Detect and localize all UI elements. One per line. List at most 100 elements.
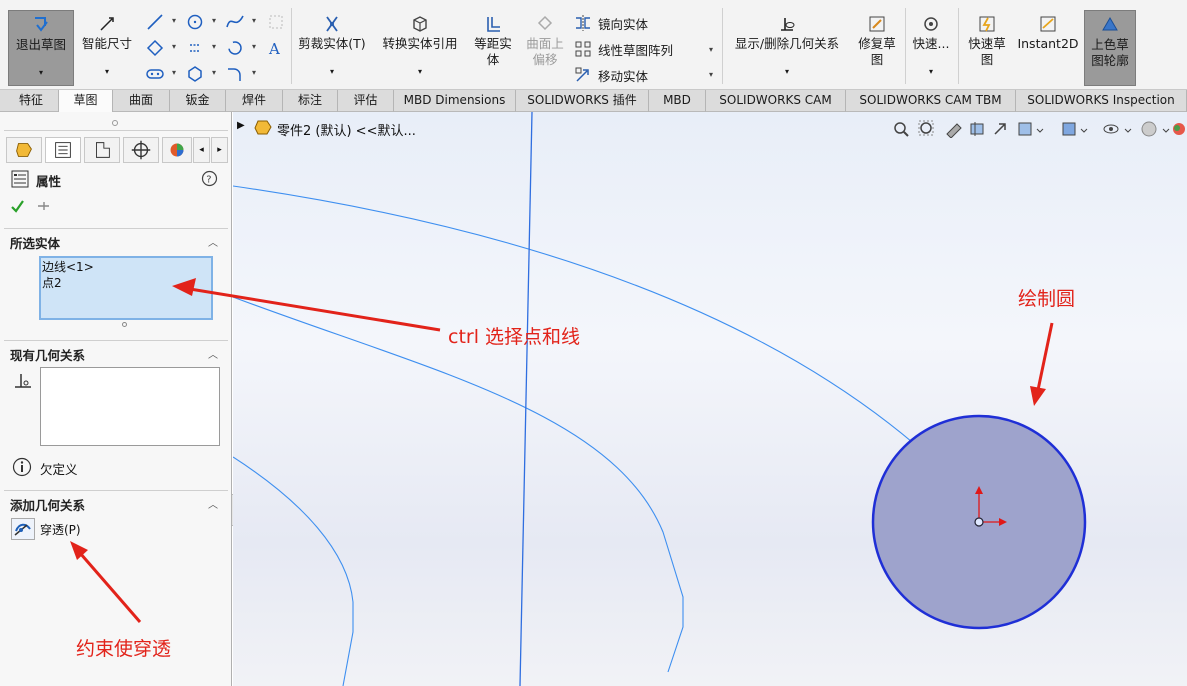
repair-sketch-icon: [869, 16, 885, 32]
existing-relations-list[interactable]: [40, 367, 220, 446]
relations-icon: [781, 18, 795, 31]
svg-text:?: ?: [206, 175, 211, 186]
trim-entities-button[interactable]: 剪裁实体(T) ▾: [296, 14, 368, 80]
tab-evaluate[interactable]: 评估: [338, 90, 394, 112]
pushpin-icon[interactable]: [36, 199, 51, 214]
tab-weldments[interactable]: 焊件: [226, 90, 283, 112]
annotation-ctrl-select: ctrl 选择点和线: [448, 326, 581, 348]
list-item[interactable]: 边线<1>: [42, 259, 210, 275]
repair-sketch-button[interactable]: 修复草 图: [852, 14, 902, 68]
sketch-status-text: 欠定义: [40, 462, 78, 477]
quick-snaps-button[interactable]: 快速... ▾: [908, 14, 954, 80]
annotation-draw-circle: 绘制圆: [1018, 288, 1076, 310]
line-icon[interactable]: [146, 13, 164, 31]
tab-configuration-manager[interactable]: [84, 137, 120, 163]
panel-tabs-scroll-left[interactable]: ◂: [193, 137, 210, 163]
instant2d-icon: [1040, 16, 1056, 32]
model-edge-left: [233, 456, 354, 686]
pierce-relation-button[interactable]: [11, 518, 35, 540]
convert-label: 转换实体引用: [382, 36, 458, 51]
linear-pattern-button[interactable]: 线性草图阵列: [598, 40, 673, 59]
tab-feature-manager[interactable]: [6, 137, 42, 163]
panel-tabs-scroll-right[interactable]: ▸: [211, 137, 228, 163]
construction-geometry-icon[interactable]: [267, 13, 285, 31]
selected-entities-header: 所选实体: [10, 236, 61, 251]
rectangle-tool-icon[interactable]: [146, 39, 164, 57]
convert-entities-button[interactable]: 转换实体引用 ▾: [376, 14, 464, 80]
tab-display-manager[interactable]: [162, 137, 192, 163]
slot-tool-icon[interactable]: [186, 39, 204, 57]
properties-icon: [11, 170, 29, 188]
straight-slot-icon[interactable]: [146, 65, 164, 83]
arc-tool-icon[interactable]: [226, 39, 244, 57]
move-entities-button[interactable]: 移动实体: [598, 66, 648, 85]
shaded-sketch-contours-button[interactable]: 上色草 图轮廓: [1084, 10, 1136, 86]
text-tool-icon[interactable]: A: [266, 39, 284, 57]
offset-on-surface-button[interactable]: 曲面上 偏移: [520, 14, 570, 68]
info-icon: [12, 457, 32, 477]
trim-label: 剪裁实体(T): [298, 36, 366, 51]
tab-solidworks-inspection[interactable]: SOLIDWORKS Inspection: [1016, 90, 1187, 112]
quick-snaps-icon: [924, 17, 938, 31]
tab-sheet-metal[interactable]: 钣金: [170, 90, 226, 112]
shaded-contours-icon: [1102, 17, 1118, 31]
relation-type-icon: [15, 374, 31, 388]
tree-expand-arrow[interactable]: ▶: [237, 120, 245, 131]
rapid-sketch-label: 快速草 图: [968, 36, 1006, 67]
instant2d-label: Instant2D: [1017, 36, 1079, 51]
sketch-fillet-icon[interactable]: [226, 65, 244, 83]
offset-entities-button[interactable]: 等距实 体: [468, 14, 518, 68]
trim-icon: [326, 16, 338, 32]
selected-entities-list[interactable]: 边线<1> 点2: [39, 256, 213, 320]
part-icon: [254, 120, 272, 135]
list-item[interactable]: 点2: [42, 275, 210, 291]
panel-resize-handle[interactable]: [112, 120, 118, 126]
mirror-entities-button[interactable]: 镜向实体: [598, 14, 648, 33]
mirror-entities-icon: [576, 15, 590, 31]
help-icon[interactable]: ?: [201, 170, 218, 187]
property-manager-icon: [55, 142, 71, 158]
list-resize-handle[interactable]: [122, 322, 127, 327]
panel-title: 属性: [36, 174, 62, 189]
center-point: [974, 517, 984, 527]
model-edge-middle: [233, 296, 684, 673]
configuration-manager-icon: [96, 142, 110, 158]
svg-text:A: A: [268, 40, 280, 57]
tab-features[interactable]: 特征: [4, 90, 59, 112]
graphics-area[interactable]: ▶ 零件2 (默认) <<默认...: [233, 112, 1187, 686]
command-manager-ribbon: 退出草图 ▾ 智能尺寸 ▾ A ▾ ▾ ▾ ▾ ▾ ▾ ▾ ▾ ▾ 剪裁实体(T) ▾ 转换…: [0, 0, 1187, 90]
spline-icon[interactable]: [226, 13, 244, 31]
display-delete-relations-button[interactable]: 显示/删除几何关系 ▾: [728, 14, 846, 80]
polygon-tool-icon[interactable]: [186, 65, 204, 83]
tab-dimxpert-manager[interactable]: [123, 137, 159, 163]
collapse-existing-relations-icon[interactable]: ︿: [208, 346, 218, 361]
repair-label: 修复草 图: [858, 36, 896, 67]
tab-solidworks-cam-tbm[interactable]: SOLIDWORKS CAM TBM: [846, 90, 1016, 112]
dimxpert-icon: [131, 140, 151, 160]
rapid-sketch-icon: [979, 16, 995, 32]
feature-tree-breadcrumb[interactable]: 零件2 (默认) <<默认...: [277, 120, 416, 139]
smart-dimension-button[interactable]: 智能尺寸 ▾: [78, 14, 136, 80]
tab-mbd[interactable]: MBD: [649, 90, 706, 112]
rapid-sketch-button[interactable]: 快速草 图: [962, 14, 1012, 68]
exit-sketch-icon: [35, 17, 48, 32]
collapse-selected-entities-icon[interactable]: ︿: [208, 234, 218, 249]
tab-surfaces[interactable]: 曲面: [113, 90, 170, 112]
display-manager-icon: [170, 143, 184, 157]
move-entities-icon: [575, 67, 589, 82]
tab-solidworks-cam[interactable]: SOLIDWORKS CAM: [706, 90, 846, 112]
offset-entities-icon: [487, 17, 500, 32]
instant2d-button[interactable]: Instant2D: [1016, 14, 1080, 52]
exit-sketch-button[interactable]: 退出草图 ▾: [8, 10, 74, 86]
tab-mbd-dimensions[interactable]: MBD Dimensions: [394, 90, 516, 112]
tab-solidworks-addins[interactable]: SOLIDWORKS 插件: [516, 90, 649, 112]
circle-tool-icon[interactable]: [186, 13, 204, 31]
pierce-label[interactable]: 穿透(P): [40, 521, 81, 538]
command-manager-tabs: 特征 草图 曲面 钣金 焊件 标注 评估 MBD Dimensions SOLI…: [0, 90, 1187, 113]
tab-sketch[interactable]: 草图: [59, 90, 113, 113]
heads-up-view-toolbar[interactable]: [891, 120, 1185, 138]
tab-property-manager[interactable]: [45, 137, 81, 163]
ok-checkmark-icon[interactable]: [10, 199, 25, 214]
tab-markup[interactable]: 标注: [283, 90, 338, 112]
collapse-add-relations-icon[interactable]: ︿: [208, 496, 218, 511]
